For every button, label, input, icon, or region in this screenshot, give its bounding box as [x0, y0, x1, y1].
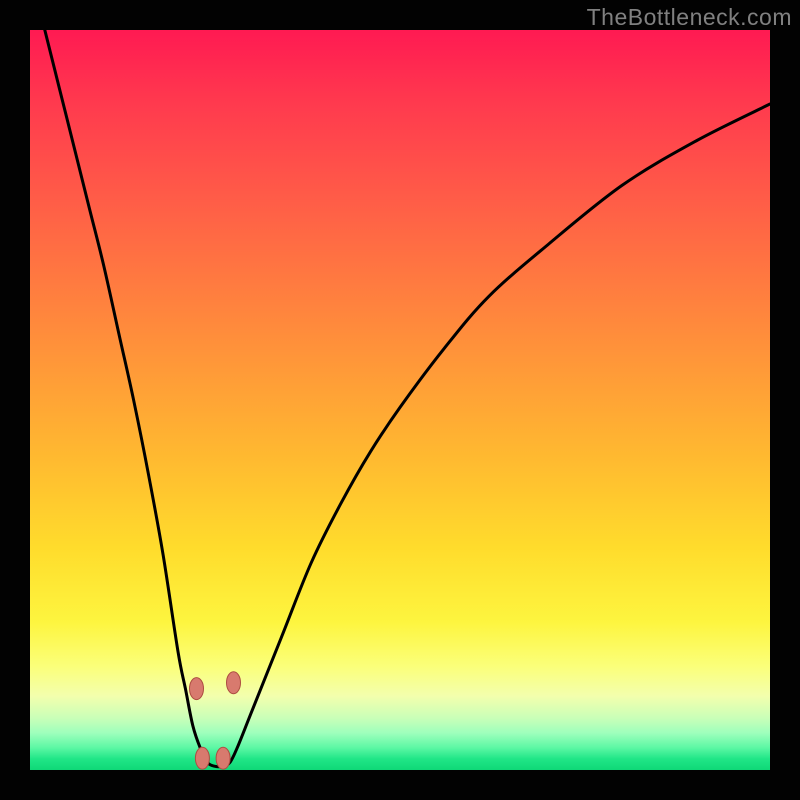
curve-marker — [216, 747, 230, 769]
curve-marker — [190, 678, 204, 700]
watermark-text: TheBottleneck.com — [587, 4, 792, 31]
curve-marker — [195, 747, 209, 769]
curve-marker — [227, 672, 241, 694]
bottleneck-curve — [30, 30, 770, 770]
outer-frame: TheBottleneck.com — [0, 0, 800, 800]
plot-area — [30, 30, 770, 770]
